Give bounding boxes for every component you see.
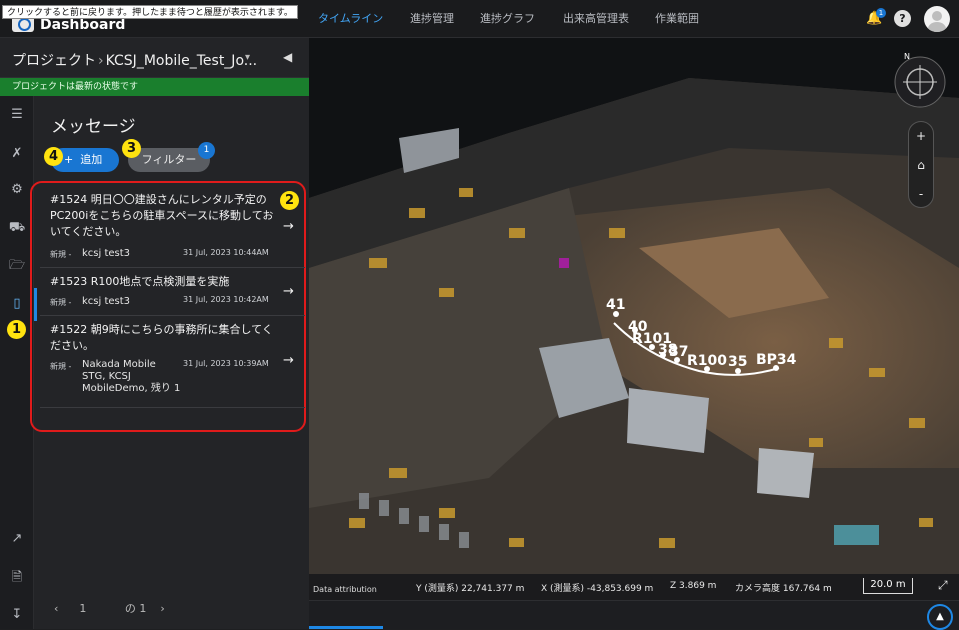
layers-icon[interactable]: ☰: [8, 106, 26, 124]
marker-1: 1: [7, 320, 26, 339]
scale-bar: 20.0 m: [863, 578, 913, 594]
fullscreen-icon[interactable]: ⤢: [938, 578, 948, 593]
message-item[interactable]: #1522 朝9時にこちらの事務所に集合してください。 → 新規 - Nakad…: [40, 316, 305, 408]
tab-progress-management[interactable]: 進捗管理: [410, 10, 454, 26]
site-point-cloud: 41 40 R101 38 37 R100 35 BP34: [309, 38, 959, 600]
coordinate-status-bar: Y (測量系) 22,741.377 m X (測量系) -43,853.699…: [309, 574, 959, 600]
tools-icon[interactable]: ✗: [8, 145, 26, 163]
breadcrumb-project-label[interactable]: プロジェクト: [12, 53, 96, 69]
message-recipients: kcsj test3: [82, 248, 131, 259]
building-3: [757, 448, 814, 498]
message-recipients: kcsj test3: [82, 296, 131, 307]
page-current[interactable]: 1: [79, 602, 86, 615]
compass-north-label: N: [904, 52, 910, 61]
message-recipients: Nakada Mobile STG, KCSJ MobileDemo, 残り 1: [82, 359, 181, 394]
point-label: BP34: [756, 352, 797, 368]
site-3d-viewport[interactable]: 41 40 R101 38 37 R100 35 BP34: [309, 38, 959, 600]
project-breadcrumb[interactable]: プロジェクト › KCSJ_Mobile_Test_Jo...: [12, 50, 257, 70]
z-coordinate: Z 3.869 m: [670, 581, 717, 591]
compass-icon[interactable]: N: [892, 52, 948, 108]
project-status-banner: プロジェクトは最新の状態です: [0, 78, 309, 96]
download-icon[interactable]: ↧: [8, 606, 26, 624]
y-coordinate: Y (測量系) 22,741.377 m: [416, 584, 525, 594]
message-status: 新規 -: [50, 250, 72, 259]
page-total: の 1: [124, 602, 147, 615]
zoom-out-button[interactable]: -: [909, 180, 933, 209]
arrow-right-icon[interactable]: →: [283, 219, 294, 234]
messages-title: メッセージ: [51, 117, 136, 137]
breadcrumb-separator-icon: ›: [98, 53, 104, 69]
settings-icon[interactable]: ⚙: [8, 181, 26, 199]
filter-count-badge: 1: [198, 142, 215, 159]
message-date: 31 Jul, 2023 10:39AM: [183, 359, 269, 368]
data-attribution-link[interactable]: Data attribution: [313, 585, 377, 594]
expand-panel-up-icon[interactable]: ▲: [927, 604, 953, 630]
tab-progress-graph[interactable]: 進捗グラフ: [480, 10, 535, 26]
x-coordinate: X (測量系) -43,853.699 m: [541, 584, 654, 594]
tab-timeline[interactable]: タイムライン: [318, 10, 383, 26]
point-label: 35: [728, 354, 747, 370]
add-button-label: 追加: [80, 153, 103, 166]
point-label: R100: [687, 353, 727, 369]
collapse-panel-icon[interactable]: ◀: [283, 50, 292, 64]
side-rail: [0, 96, 34, 629]
marker-4: 4: [44, 147, 63, 166]
arrow-right-icon[interactable]: →: [283, 284, 294, 299]
zoom-in-button[interactable]: +: [909, 122, 933, 151]
marker-3: 3: [122, 139, 141, 158]
selected-message-indicator: [34, 288, 37, 315]
marker-2: 2: [280, 191, 299, 210]
project-dropdown-chevron-icon[interactable]: ▾: [245, 52, 250, 63]
message-status: 新規 -: [50, 362, 72, 371]
arrow-right-icon[interactable]: →: [283, 353, 294, 368]
tab-work-area[interactable]: 作業範囲: [655, 10, 699, 26]
building-2: [627, 388, 709, 453]
export-icon[interactable]: ↗: [8, 530, 26, 548]
tab-volume-table[interactable]: 出来高管理表: [563, 10, 629, 26]
pagination: ‹ 1 の 1 ›: [54, 600, 165, 616]
help-button[interactable]: ?: [894, 10, 911, 27]
point-label: 37: [669, 344, 688, 360]
user-avatar[interactable]: [924, 6, 950, 32]
folder-icon[interactable]: 🗁: [8, 257, 26, 275]
mobile-icon[interactable]: ▯: [8, 295, 26, 313]
message-item[interactable]: #1523 R100地点で点検測量を実施 → 新規 - kcsj test3 3…: [40, 268, 305, 316]
point-label: 41: [606, 297, 625, 313]
prev-page-icon[interactable]: ‹: [54, 602, 58, 615]
message-status: 新規 -: [50, 298, 72, 307]
breadcrumb-project-name[interactable]: KCSJ_Mobile_Test_Jo...: [106, 53, 258, 69]
message-title: #1522 朝9時にこちらの事務所に集合してください。: [50, 323, 273, 352]
back-tooltip: クリックすると前に戻ります。押したまま待つと履歴が表示されます。: [2, 5, 298, 19]
notification-badge: 1: [876, 8, 886, 18]
message-item[interactable]: #1524 明日〇〇建設さんにレンタル予定のPC200iをこちらの駐車スペースに…: [40, 186, 305, 268]
message-date: 31 Jul, 2023 10:44AM: [183, 248, 269, 257]
zoom-control: + ⌂ -: [908, 121, 934, 208]
next-page-icon[interactable]: ›: [160, 602, 164, 615]
plus-icon: +: [64, 153, 81, 166]
bottom-tab-bar: [309, 600, 959, 629]
container: [834, 525, 879, 545]
camera-height: カメラ高度 167.764 m: [735, 584, 832, 594]
message-title: #1523 R100地点で点検測量を実施: [50, 275, 230, 288]
machinery-icon[interactable]: ⛟: [8, 219, 26, 237]
message-title: #1524 明日〇〇建設さんにレンタル予定のPC200iをこちらの駐車スペースに…: [50, 193, 274, 238]
pdf-icon[interactable]: 🗎: [8, 569, 26, 587]
message-date: 31 Jul, 2023 10:42AM: [183, 295, 269, 304]
home-icon[interactable]: ⌂: [909, 151, 933, 180]
